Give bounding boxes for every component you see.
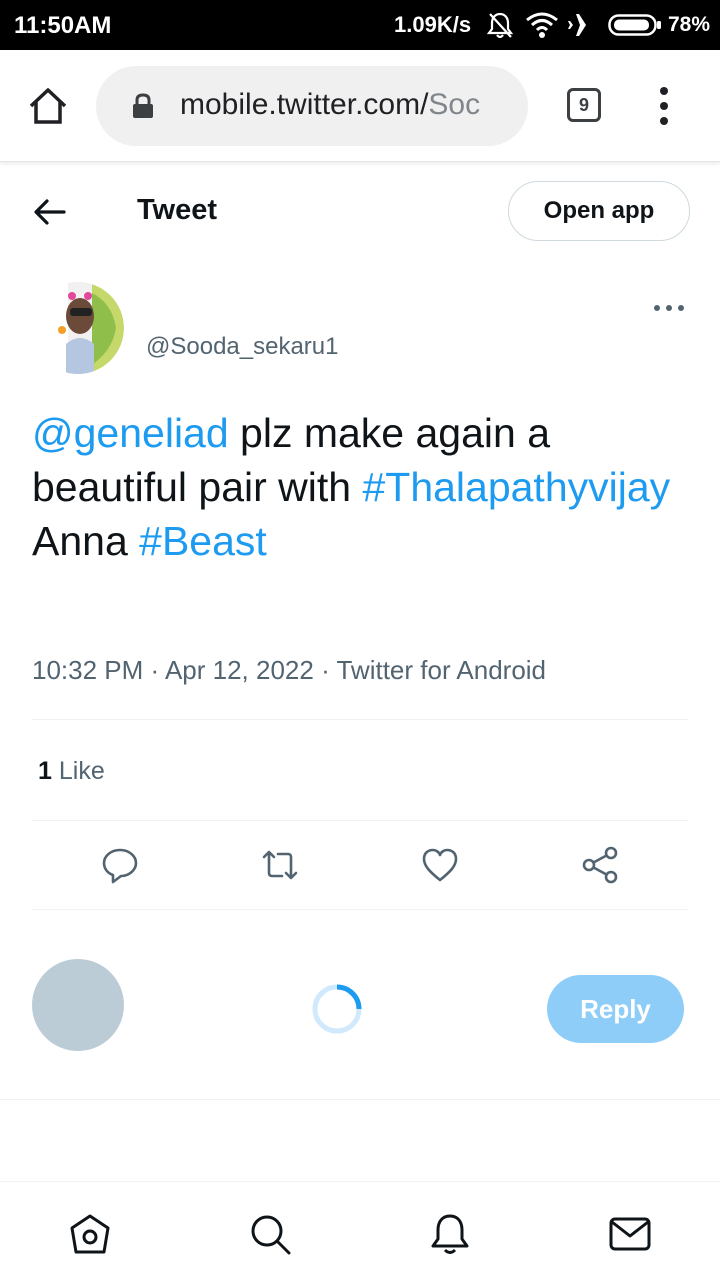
- mention-link[interactable]: @geneliad: [32, 410, 229, 456]
- wifi-icon: [526, 12, 558, 38]
- reply-button[interactable]: Reply: [547, 975, 684, 1043]
- more-vertical-icon[interactable]: [654, 86, 674, 126]
- browser-toolbar: mobile.twitter.com/Soc 9: [0, 50, 720, 162]
- hashtag-link[interactable]: #Beast: [139, 518, 267, 564]
- composer-avatar: [32, 959, 124, 1051]
- bottom-navigation: [0, 1181, 720, 1280]
- lock-icon: [133, 93, 153, 118]
- network-speed: 1.09K/s: [394, 12, 472, 37]
- url-text: mobile.twitter.com/Soc: [180, 88, 480, 122]
- avatar-photo: [32, 282, 124, 374]
- address-bar[interactable]: mobile.twitter.com/Soc: [96, 66, 528, 146]
- divider: [32, 719, 688, 720]
- notifications-icon[interactable]: [428, 1212, 472, 1256]
- back-arrow-icon[interactable]: [30, 192, 70, 232]
- more-horizontal-icon[interactable]: [652, 298, 686, 318]
- retweet-icon[interactable]: [260, 845, 300, 885]
- like-count[interactable]: 1 Like: [38, 757, 105, 786]
- battery-icon: [608, 14, 661, 36]
- share-icon[interactable]: [580, 845, 620, 885]
- divider: [0, 1099, 720, 1100]
- mute-icon: [487, 12, 513, 39]
- like-count-number: 1: [38, 757, 52, 785]
- home-icon[interactable]: [68, 1212, 112, 1256]
- divider: [32, 820, 688, 821]
- divider: [32, 909, 688, 910]
- tweet-text-part: Anna: [32, 518, 140, 564]
- battery-percent: 78%: [668, 13, 711, 36]
- open-app-button[interactable]: Open app: [508, 181, 690, 241]
- user-handle[interactable]: @Sooda_sekaru1: [146, 333, 339, 361]
- tab-switcher-button[interactable]: 9: [567, 88, 601, 122]
- messages-icon[interactable]: [608, 1212, 652, 1256]
- tweet-text: @geneliad plz make again a beautiful pai…: [32, 406, 682, 568]
- page-title: Tweet: [137, 194, 218, 226]
- url-tail: Soc: [428, 88, 481, 121]
- reply-icon[interactable]: [100, 845, 140, 885]
- home-icon[interactable]: [26, 84, 70, 128]
- loading-spinner-icon: [312, 984, 362, 1034]
- tweet-meta: 10:32 PM · Apr 12, 2022 · Twitter for An…: [32, 655, 547, 685]
- search-icon[interactable]: [248, 1212, 292, 1256]
- avatar[interactable]: [32, 282, 124, 374]
- like-count-label: Like: [58, 757, 105, 785]
- like-icon[interactable]: [420, 845, 460, 885]
- url-main: mobile.twitter.com/: [180, 88, 429, 121]
- status-bar: 11:50AM 1.09K/s 78%: [0, 0, 720, 50]
- tweet-header: Tweet Open app: [0, 170, 720, 252]
- airplane-icon: [568, 14, 597, 36]
- status-time: 11:50AM: [14, 12, 112, 39]
- hashtag-link[interactable]: #Thalapathyvijay: [362, 464, 670, 510]
